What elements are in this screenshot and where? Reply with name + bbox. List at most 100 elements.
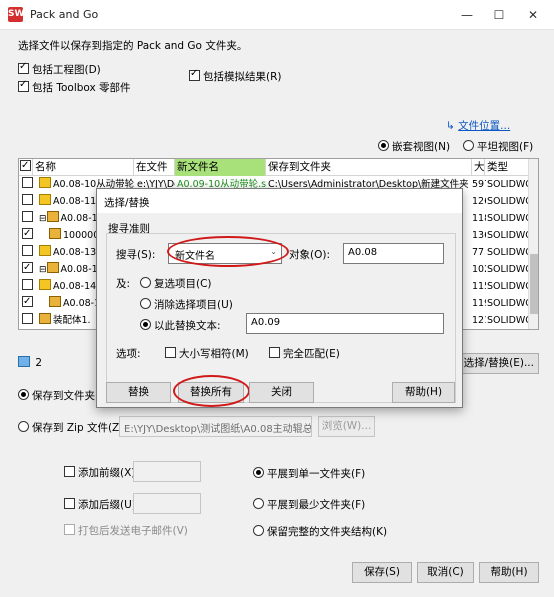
- replace-button[interactable]: 替换: [106, 382, 171, 403]
- cancel-button[interactable]: 取消(C): [417, 562, 474, 583]
- row-type: SOLIDWO: [487, 298, 529, 309]
- radio-icon: [253, 467, 264, 478]
- save-to-zip-radio[interactable]: 保存到 Zip 文件(Z):: [18, 420, 127, 435]
- checkbox-icon: [64, 498, 75, 509]
- header-select-all[interactable]: [19, 159, 33, 176]
- row-checkbox[interactable]: [22, 211, 33, 222]
- clear-select-radio[interactable]: 消除选择项目(U): [140, 297, 233, 312]
- nested-view-radio[interactable]: 嵌套视图(N): [378, 139, 450, 154]
- collapse-icon[interactable]: ⊟: [39, 214, 47, 224]
- window-title: Pack and Go: [30, 8, 99, 21]
- header-name[interactable]: 名称: [33, 159, 134, 176]
- header-type[interactable]: 类型: [485, 159, 529, 176]
- include-simulation-label: 包括模拟结果(R): [203, 71, 282, 83]
- scrollbar-thumb[interactable]: [530, 254, 538, 314]
- minimize-icon[interactable]: —: [456, 4, 478, 26]
- status-count-value: 2: [35, 357, 43, 369]
- row-checkbox[interactable]: [22, 177, 33, 188]
- flatten-min-radio[interactable]: 平展到最少文件夹(F): [253, 497, 365, 512]
- email-after-pack-checkbox[interactable]: 打包后发送电子邮件(V): [64, 523, 188, 538]
- save-button[interactable]: 保存(S): [352, 562, 412, 583]
- title-bar: SW Pack and Go — ☐ ✕: [0, 0, 554, 30]
- help-button[interactable]: 帮助(H): [479, 562, 539, 583]
- row-size: 102: [472, 264, 486, 275]
- row-checkbox[interactable]: [22, 194, 33, 205]
- header-save-to[interactable]: 保存到文件夹: [266, 159, 472, 176]
- zip-path-input[interactable]: E:\YJY\Desktop\测试图纸\A0.08主动辊总成: [119, 416, 312, 437]
- save-to-folder-radio[interactable]: 保存到文件夹: [18, 388, 95, 403]
- replace-text-radio[interactable]: 以此替换文本:: [140, 318, 221, 333]
- checkbox-icon: [20, 159, 31, 174]
- object-input[interactable]: A0.08: [343, 243, 444, 264]
- annotation-circle: [173, 375, 250, 407]
- radio-icon: [253, 525, 264, 536]
- row-checkbox[interactable]: [22, 228, 33, 242]
- radio-icon: [140, 298, 151, 309]
- flat-view-radio[interactable]: 平坦视图(F): [463, 139, 533, 154]
- include-toolbox-checkbox[interactable]: 包括 Toolbox 零部件: [18, 79, 131, 95]
- replace-text-input[interactable]: A0.09: [246, 313, 444, 334]
- row-checkbox[interactable]: [22, 296, 33, 310]
- include-simulation-checkbox[interactable]: 包括模拟结果(R): [189, 68, 282, 84]
- add-suffix-checkbox[interactable]: 添加后缀(U): [64, 497, 136, 512]
- add-prefix-label: 添加前缀(X):: [78, 467, 139, 479]
- suffix-input[interactable]: [133, 493, 201, 514]
- close-button[interactable]: 关闭: [249, 382, 314, 403]
- whole-match-checkbox[interactable]: 完全匹配(E): [269, 346, 340, 361]
- include-drawings-label: 包括工程图(D): [32, 64, 101, 76]
- collapse-icon[interactable]: ⊟: [39, 265, 47, 275]
- browse-button[interactable]: 浏览(W)...: [318, 416, 375, 437]
- add-prefix-checkbox[interactable]: 添加前缀(X):: [64, 465, 139, 480]
- keep-structure-radio[interactable]: 保留完整的文件夹结构(K): [253, 524, 387, 539]
- row-type: SOLIDWO: [487, 179, 529, 190]
- header-size[interactable]: 大: [472, 159, 485, 176]
- drawing-icon: [49, 228, 61, 239]
- dialog-help-button[interactable]: 帮助(H): [392, 382, 455, 403]
- checkbox-icon: [269, 347, 280, 358]
- grid-scrollbar[interactable]: [528, 159, 538, 329]
- close-icon[interactable]: ✕: [522, 4, 544, 26]
- maximize-icon[interactable]: ☐: [488, 4, 510, 26]
- include-drawings-checkbox[interactable]: 包括工程图(D): [18, 61, 101, 77]
- row-type: SOLIDWO: [487, 213, 529, 224]
- row-checkbox[interactable]: [22, 245, 33, 256]
- part-icon: [39, 245, 51, 256]
- file-location-link[interactable]: ↳ 文件位置...: [446, 118, 510, 133]
- assembly-icon: [46, 262, 59, 273]
- row-checkbox[interactable]: [22, 313, 33, 324]
- checkbox-icon: [64, 524, 75, 535]
- row-checkbox[interactable]: [22, 279, 33, 290]
- save-to-folder-label: 保存到文件夹: [32, 390, 95, 402]
- row-size: 126: [472, 196, 486, 207]
- drawing-icon: [49, 296, 61, 307]
- folder-icon: ↳: [446, 120, 455, 132]
- prefix-input[interactable]: [133, 461, 201, 482]
- file-location-label: 文件位置...: [458, 120, 511, 132]
- grid-header: 名称 在文件 新文件名 保存到文件夹 大 类型: [19, 159, 538, 176]
- flat-view-label: 平坦视图(F): [477, 141, 534, 153]
- match-case-checkbox[interactable]: 大小写相符(M): [165, 346, 249, 361]
- dialog-title-bar: 选择/替换: [97, 189, 462, 213]
- row-size: 119: [472, 298, 486, 309]
- multi-select-radio[interactable]: 复选项目(C): [140, 276, 212, 291]
- app-icon: SW: [8, 7, 24, 22]
- file-icon: [18, 356, 30, 367]
- radio-icon: [140, 277, 151, 288]
- assembly-icon: [46, 211, 59, 222]
- radio-icon: [18, 421, 29, 432]
- row-checkbox[interactable]: [22, 262, 33, 276]
- flatten-single-radio[interactable]: 平展到单一文件夹(F): [253, 466, 365, 481]
- row-name: 装配体1.: [53, 315, 91, 326]
- row-size: 136: [472, 230, 486, 241]
- assembly-icon: [39, 313, 51, 324]
- row-type: SOLIDWO: [487, 281, 529, 292]
- header-new-name[interactable]: 新文件名: [175, 159, 266, 176]
- header-in-folder[interactable]: 在文件: [134, 159, 175, 176]
- row-type: SOLIDWO: [487, 247, 529, 258]
- row-type: SOLIDWO: [487, 264, 529, 275]
- include-toolbox-label: 包括 Toolbox 零部件: [32, 82, 131, 94]
- radio-icon: [253, 498, 264, 509]
- row-size: 597: [472, 179, 486, 190]
- clear-select-label: 消除选择项目(U): [154, 299, 233, 311]
- email-after-pack-label: 打包后发送电子邮件(V): [78, 525, 188, 537]
